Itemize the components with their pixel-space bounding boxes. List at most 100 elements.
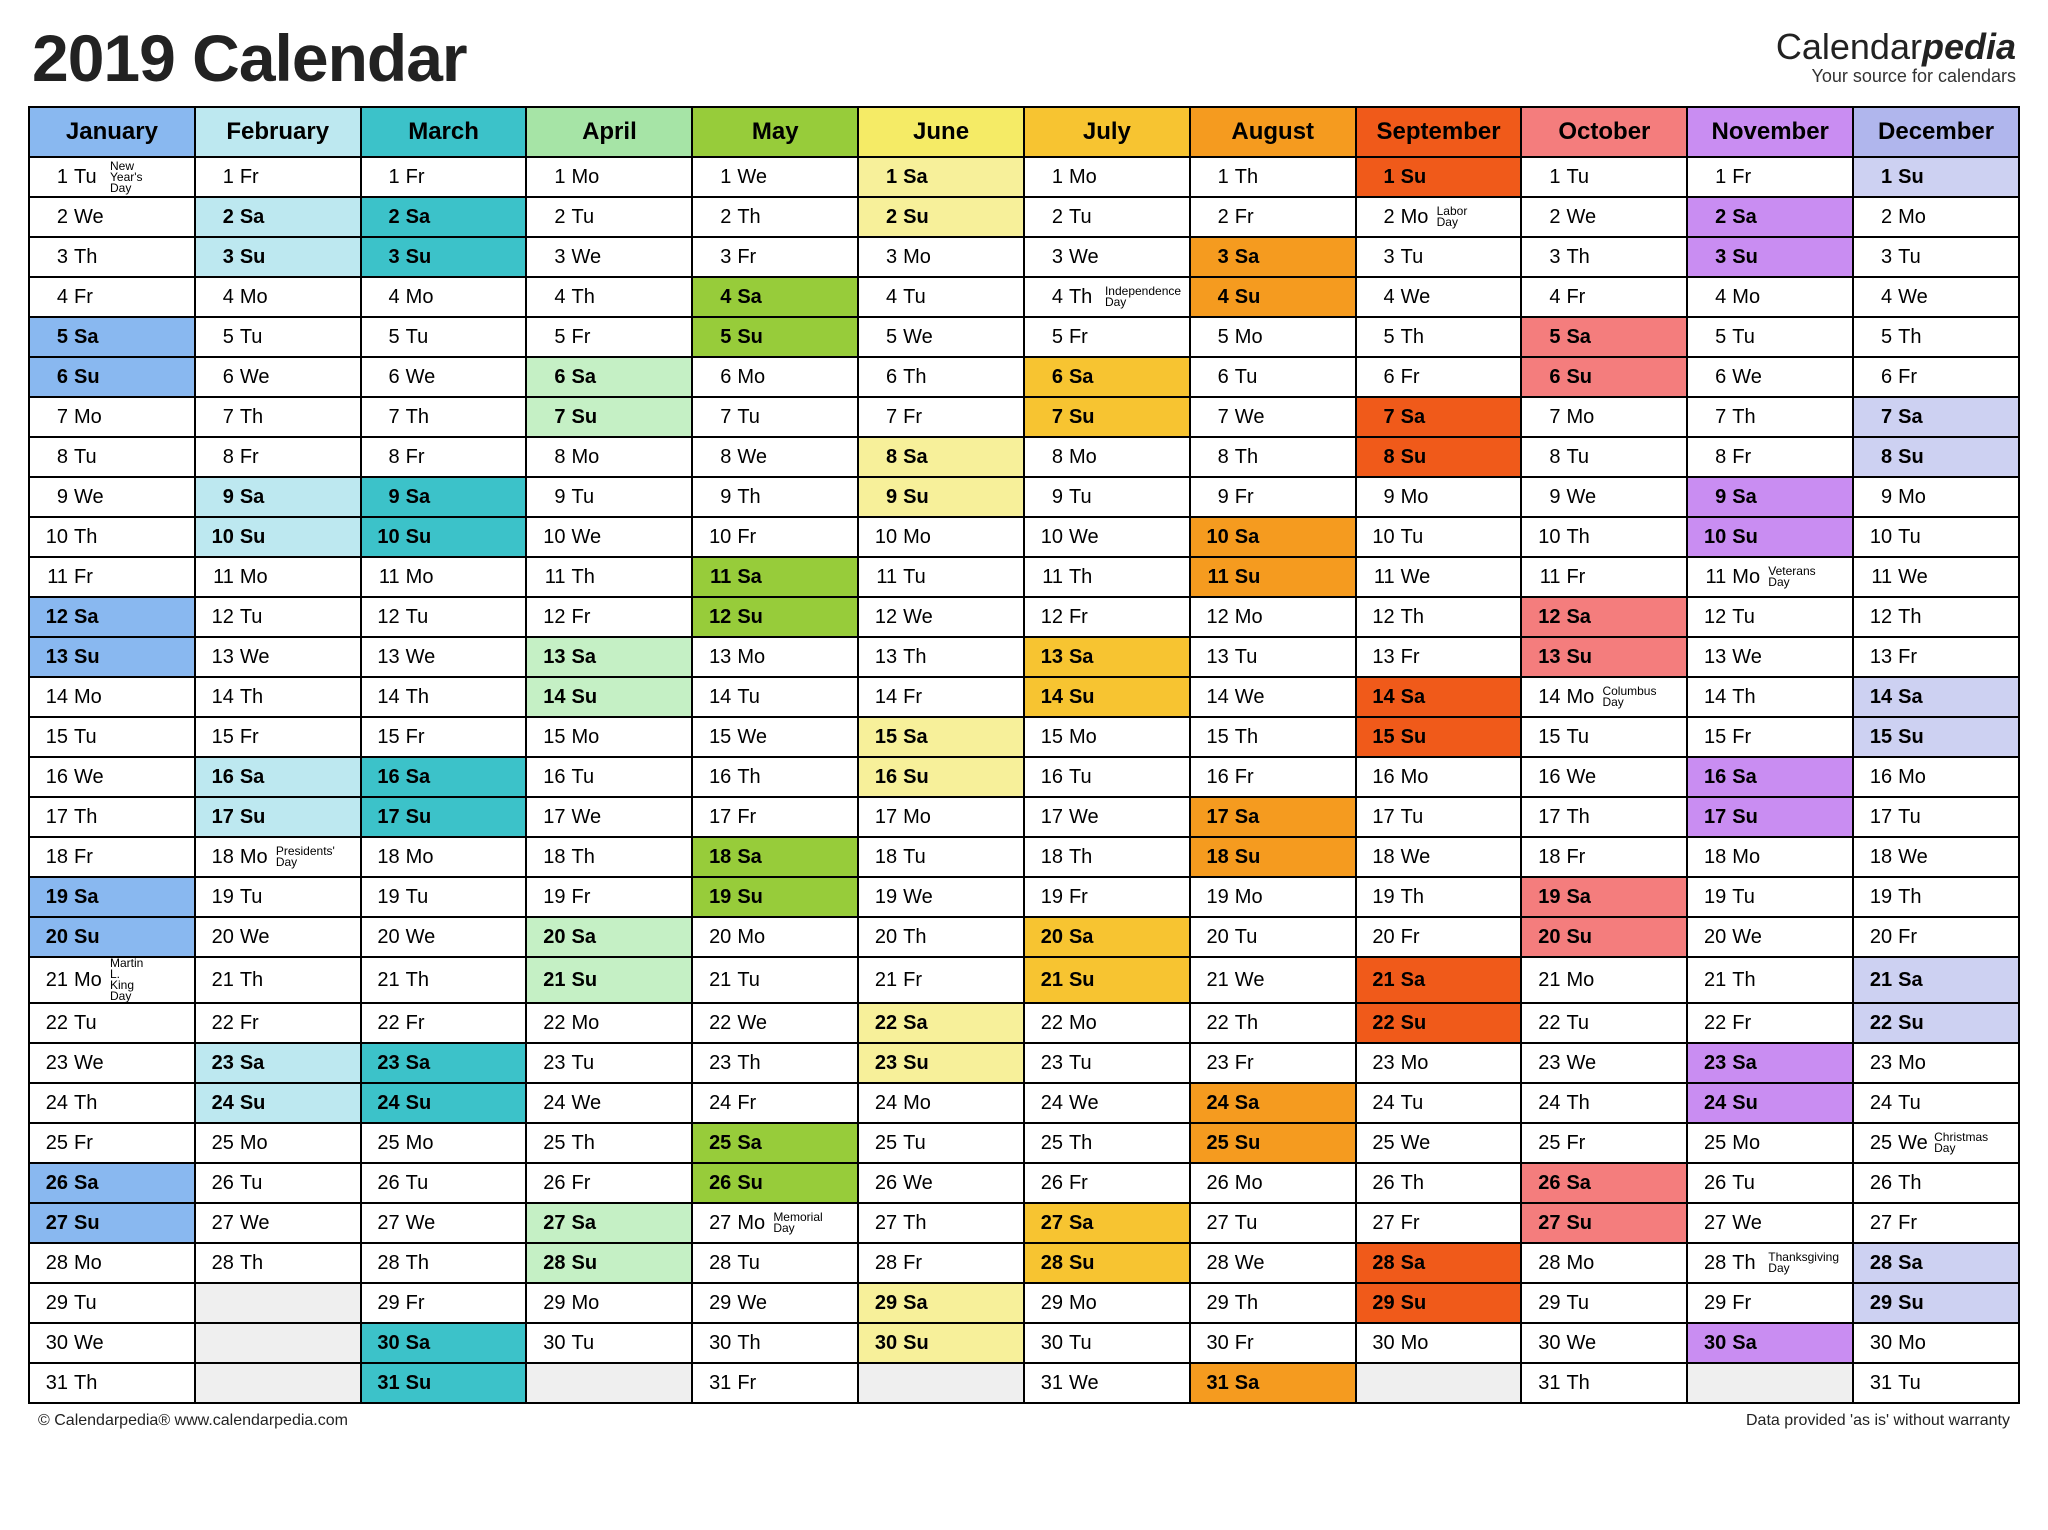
day-weekday: Sa (1726, 1052, 1766, 1075)
day-weekday: Fr (731, 806, 771, 829)
day-weekday: Su (1229, 846, 1269, 869)
day-number: 10 (36, 526, 68, 549)
day-weekday: We (731, 726, 771, 749)
day-number: 20 (865, 926, 897, 949)
day-weekday: We (1395, 846, 1435, 869)
day-weekday: Fr (731, 1092, 771, 1115)
day-cell: 26Fr (526, 1163, 692, 1203)
day-weekday: We (400, 1212, 440, 1235)
day-number: 25 (1694, 1132, 1726, 1155)
day-cell: 24Su (195, 1083, 361, 1123)
day-number: 18 (533, 846, 565, 869)
day-cell: 8Mo (1024, 437, 1190, 477)
day-cell: 12Sa (29, 597, 195, 637)
day-weekday: We (68, 766, 108, 789)
day-cell: 15Fr (1687, 717, 1853, 757)
day-number: 11 (699, 566, 731, 589)
day-number: 23 (1694, 1052, 1726, 1075)
day-weekday: Th (1063, 846, 1103, 869)
day-number: 23 (1197, 1052, 1229, 1075)
day-number: 29 (1860, 1292, 1892, 1315)
day-cell: 17Fr (692, 797, 858, 837)
day-weekday: Fr (1892, 366, 1932, 389)
day-weekday: Fr (1560, 286, 1600, 309)
day-number: 21 (533, 969, 565, 992)
day-number: 2 (1197, 206, 1229, 229)
day-cell: 10Th (29, 517, 195, 557)
day-number: 1 (202, 166, 234, 189)
day-number: 20 (36, 926, 68, 949)
day-number: 7 (699, 406, 731, 429)
day-weekday: We (1560, 1332, 1600, 1355)
day-cell: 18Th (526, 837, 692, 877)
day-cell: 5Su (692, 317, 858, 357)
day-number: 28 (699, 1252, 731, 1275)
day-weekday: Fr (1063, 606, 1103, 629)
day-cell: 15Fr (361, 717, 527, 757)
day-number: 6 (36, 366, 68, 389)
day-weekday: Fr (1395, 366, 1435, 389)
day-number: 14 (1363, 686, 1395, 709)
day-number: 28 (1694, 1252, 1726, 1275)
day-weekday: Tu (1560, 726, 1600, 749)
day-number: 14 (1197, 686, 1229, 709)
day-weekday: We (731, 446, 771, 469)
day-weekday: Su (1063, 969, 1103, 992)
day-weekday: Sa (400, 1332, 440, 1355)
day-weekday: We (1229, 969, 1269, 992)
day-number: 7 (1363, 406, 1395, 429)
day-number: 14 (36, 686, 68, 709)
day-cell: 28Th (195, 1243, 361, 1283)
day-cell: 6Sa (1024, 357, 1190, 397)
day-number: 27 (1031, 1212, 1063, 1235)
day-weekday: We (731, 1012, 771, 1035)
day-number: 27 (36, 1212, 68, 1235)
day-cell: 8Su (1853, 437, 2019, 477)
day-weekday: Fr (68, 846, 108, 869)
day-number: 22 (1694, 1012, 1726, 1035)
day-cell: 26Sa (1521, 1163, 1687, 1203)
day-number: 3 (1197, 246, 1229, 269)
day-cell: 22Tu (1521, 1003, 1687, 1043)
day-number: 6 (1694, 366, 1726, 389)
day-cell: 24We (1024, 1083, 1190, 1123)
day-number: 10 (1860, 526, 1892, 549)
day-cell: 25Sa (692, 1123, 858, 1163)
day-number: 27 (699, 1212, 731, 1235)
day-number: 27 (1528, 1212, 1560, 1235)
day-number: 4 (533, 286, 565, 309)
day-cell: 28Mo (1521, 1243, 1687, 1283)
day-weekday: Su (1726, 246, 1766, 269)
day-number: 19 (1860, 886, 1892, 909)
calendar-table: JanuaryFebruaryMarchAprilMayJuneJulyAugu… (28, 106, 2020, 1404)
day-cell: 21Sa (1356, 957, 1522, 1003)
day-cell: 1Mo (526, 157, 692, 197)
day-cell: 28Sa (1356, 1243, 1522, 1283)
day-cell: 6Th (858, 357, 1024, 397)
day-weekday: Fr (1395, 1212, 1435, 1235)
day-cell: 7Su (526, 397, 692, 437)
day-cell: 3We (1024, 237, 1190, 277)
day-number: 1 (1860, 166, 1892, 189)
day-cell: 31Fr (692, 1363, 858, 1403)
day-number: 14 (1031, 686, 1063, 709)
day-weekday: Sa (1726, 1332, 1766, 1355)
day-cell: 10Tu (1853, 517, 2019, 557)
day-number: 18 (1694, 846, 1726, 869)
day-number: 24 (1031, 1092, 1063, 1115)
day-weekday: Th (68, 1372, 108, 1395)
day-number: 19 (36, 886, 68, 909)
day-cell: 19Th (1853, 877, 2019, 917)
day-weekday: Th (731, 766, 771, 789)
day-number: 11 (533, 566, 565, 589)
day-weekday: We (1892, 566, 1932, 589)
day-number: 20 (699, 926, 731, 949)
day-weekday: Mo (1726, 1132, 1766, 1155)
day-cell: 23Sa (1687, 1043, 1853, 1083)
day-cell: 3Tu (1356, 237, 1522, 277)
day-weekday: Su (400, 526, 440, 549)
day-number: 7 (36, 406, 68, 429)
day-number: 25 (1860, 1132, 1892, 1155)
day-number: 8 (533, 446, 565, 469)
day-cell: 7Mo (1521, 397, 1687, 437)
